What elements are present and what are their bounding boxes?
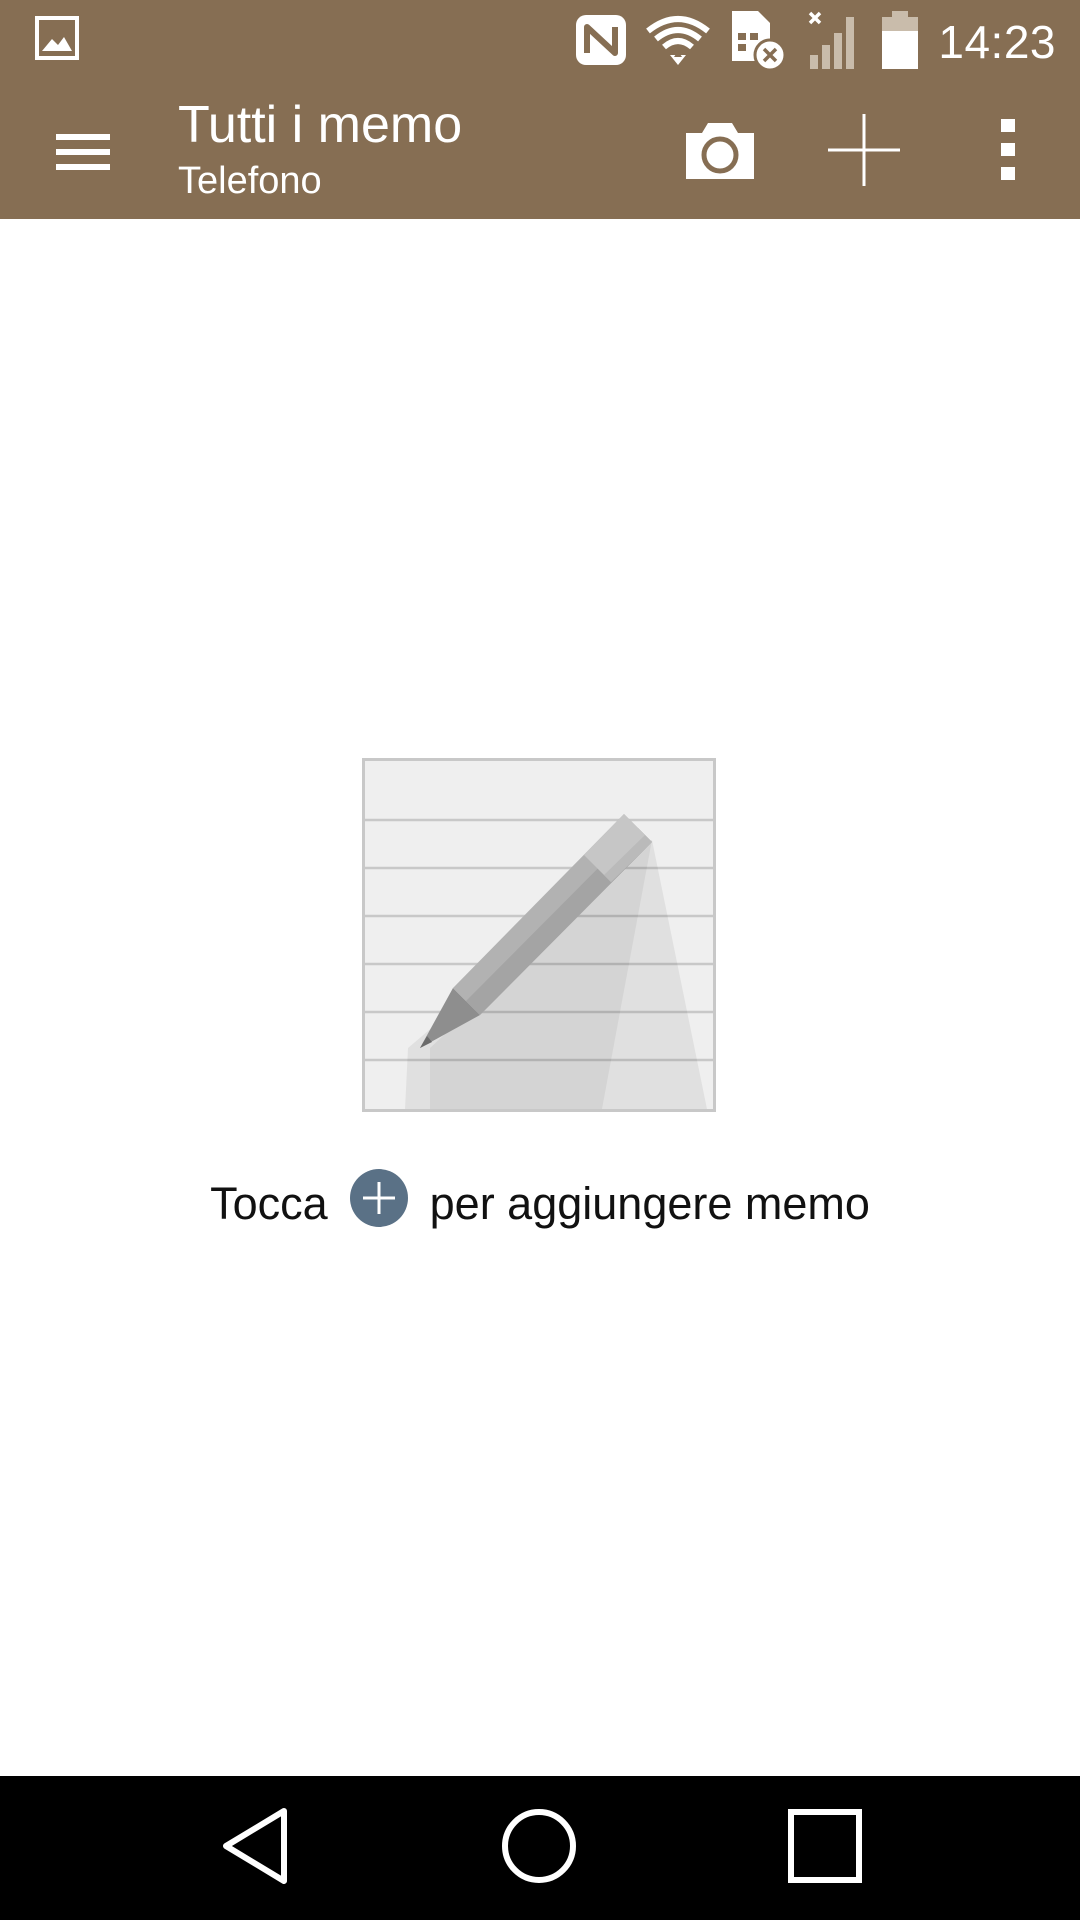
empty-state-hint: Tocca per aggiungere memo <box>0 1169 1080 1230</box>
notepad-pencil-icon <box>362 758 716 1112</box>
page-subtitle: Telefono <box>178 160 322 202</box>
navigation-bar <box>0 1776 1080 1920</box>
sim-error-icon <box>728 9 787 75</box>
image-notification-icon <box>34 15 80 65</box>
page-title: Tutti i memo <box>178 96 463 154</box>
camera-icon <box>682 119 758 185</box>
nfc-icon <box>574 13 628 71</box>
home-button[interactable] <box>469 1776 609 1920</box>
recents-icon <box>788 1809 862 1887</box>
back-icon <box>220 1807 290 1889</box>
more-vert-icon <box>1000 118 1016 185</box>
add-memo-button[interactable] <box>814 84 914 219</box>
hint-text-after: per aggiungere memo <box>429 1178 870 1229</box>
back-button[interactable] <box>185 1776 325 1920</box>
menu-icon[interactable] <box>54 128 112 176</box>
camera-button[interactable] <box>670 84 770 219</box>
more-options-button[interactable] <box>978 84 1038 219</box>
recents-button[interactable] <box>755 1776 895 1920</box>
wifi-icon <box>646 13 711 71</box>
home-icon <box>501 1808 577 1888</box>
app-bar: Tutti i memo Telefono <box>0 84 1080 219</box>
status-time: 14:23 <box>938 16 1056 68</box>
hint-text-before: Tocca <box>210 1178 328 1229</box>
add-circle-icon <box>349 1169 408 1227</box>
title-block[interactable]: Tutti i memo Telefono <box>178 94 462 204</box>
signal-icon <box>804 9 862 75</box>
add-icon <box>828 113 900 190</box>
battery-icon <box>880 9 920 75</box>
status-bar: 14:23 <box>0 0 1080 84</box>
status-icons: 14:23 <box>574 0 1056 84</box>
